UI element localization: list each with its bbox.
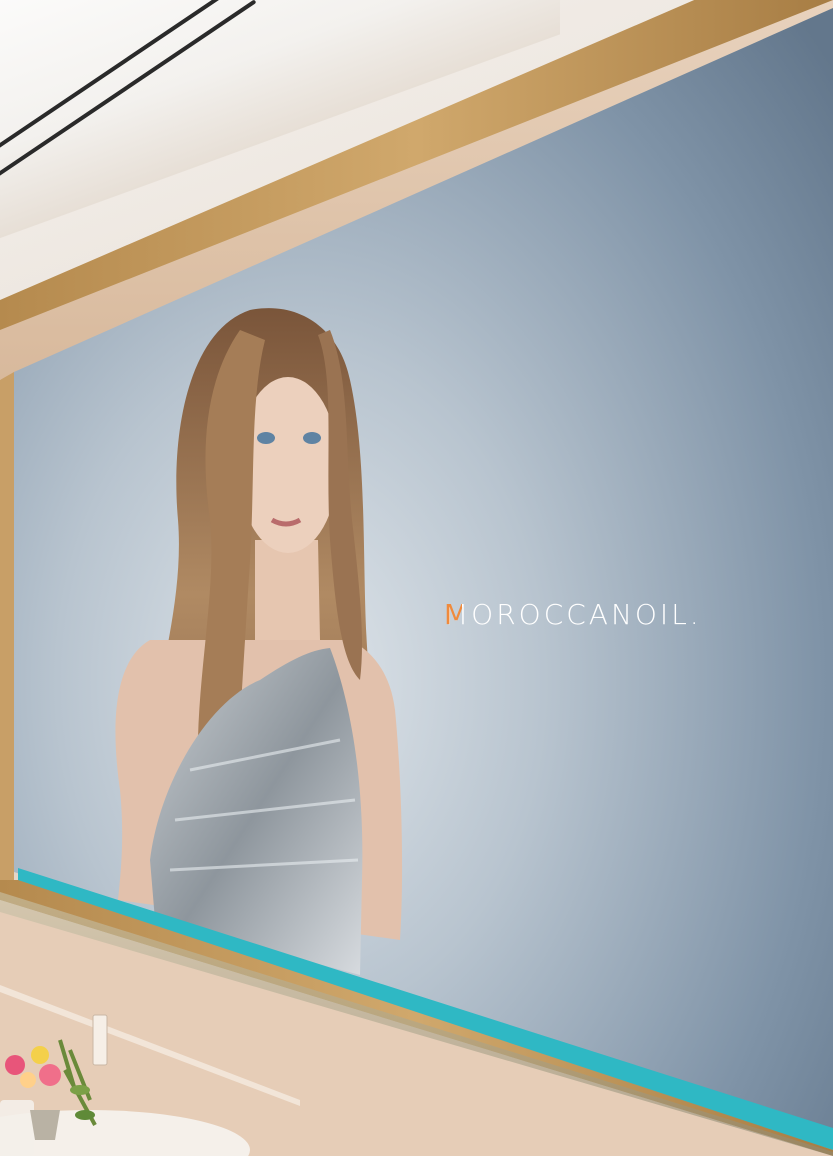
brand-logo: MOROCCANOIL. xyxy=(444,598,702,631)
candle xyxy=(0,1100,34,1156)
left-trim xyxy=(0,372,14,882)
vase xyxy=(30,1110,60,1140)
flower-arrangement xyxy=(0,1039,97,1156)
wall-frame xyxy=(0,0,833,1156)
salon-scene: MOROCCANOIL. MOROCCANOIL. xyxy=(0,0,833,1156)
brand-logo-text: MOROCCANOIL. xyxy=(444,598,702,631)
brand-logo-accent: MOROCCANOIL. xyxy=(444,598,462,631)
